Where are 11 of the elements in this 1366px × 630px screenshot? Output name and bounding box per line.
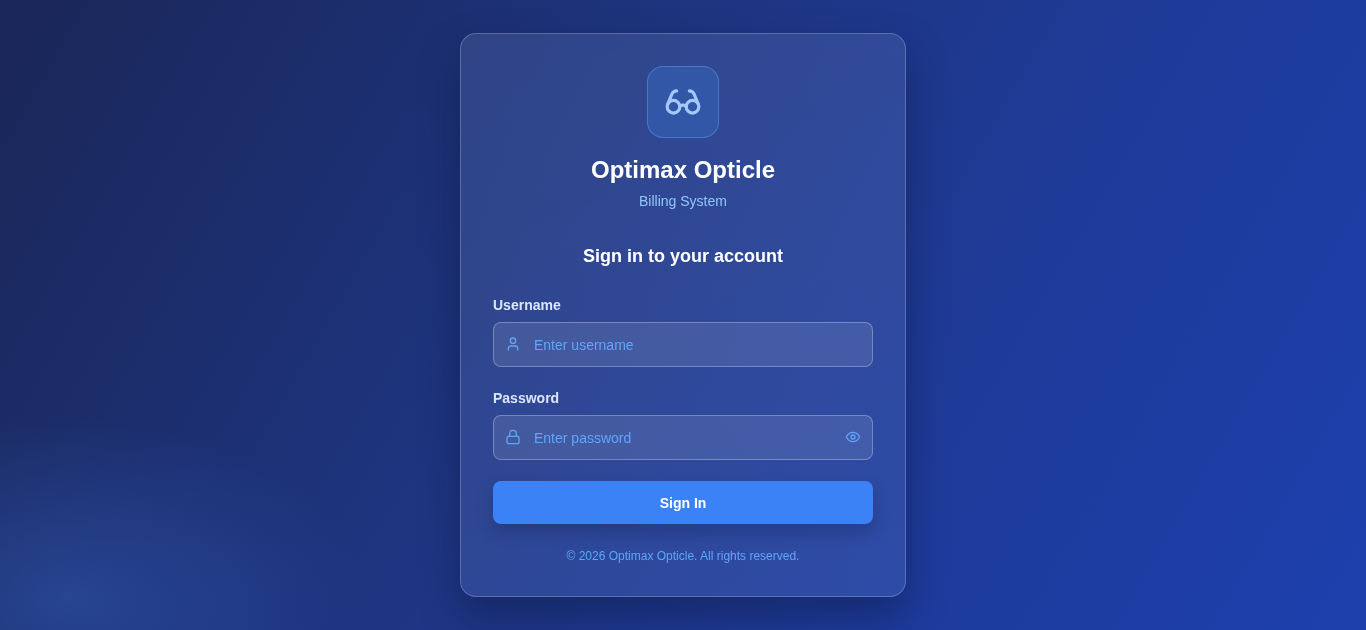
form-heading: Sign in to your account bbox=[583, 245, 783, 268]
user-icon bbox=[505, 336, 521, 352]
field-label: Password bbox=[493, 389, 560, 408]
copyright-text: © 2026 Optimax Opticle. All rights reserved. bbox=[566, 548, 800, 564]
app-subtitle: Billing System bbox=[639, 192, 727, 211]
field-label: Username bbox=[493, 296, 561, 315]
sign-in-button[interactable]: Sign In bbox=[493, 481, 873, 524]
eye-icon[interactable] bbox=[845, 429, 861, 445]
glasses-icon bbox=[647, 66, 719, 138]
lock-icon bbox=[505, 429, 521, 445]
app-title: Optimax Opticle bbox=[590, 155, 775, 185]
